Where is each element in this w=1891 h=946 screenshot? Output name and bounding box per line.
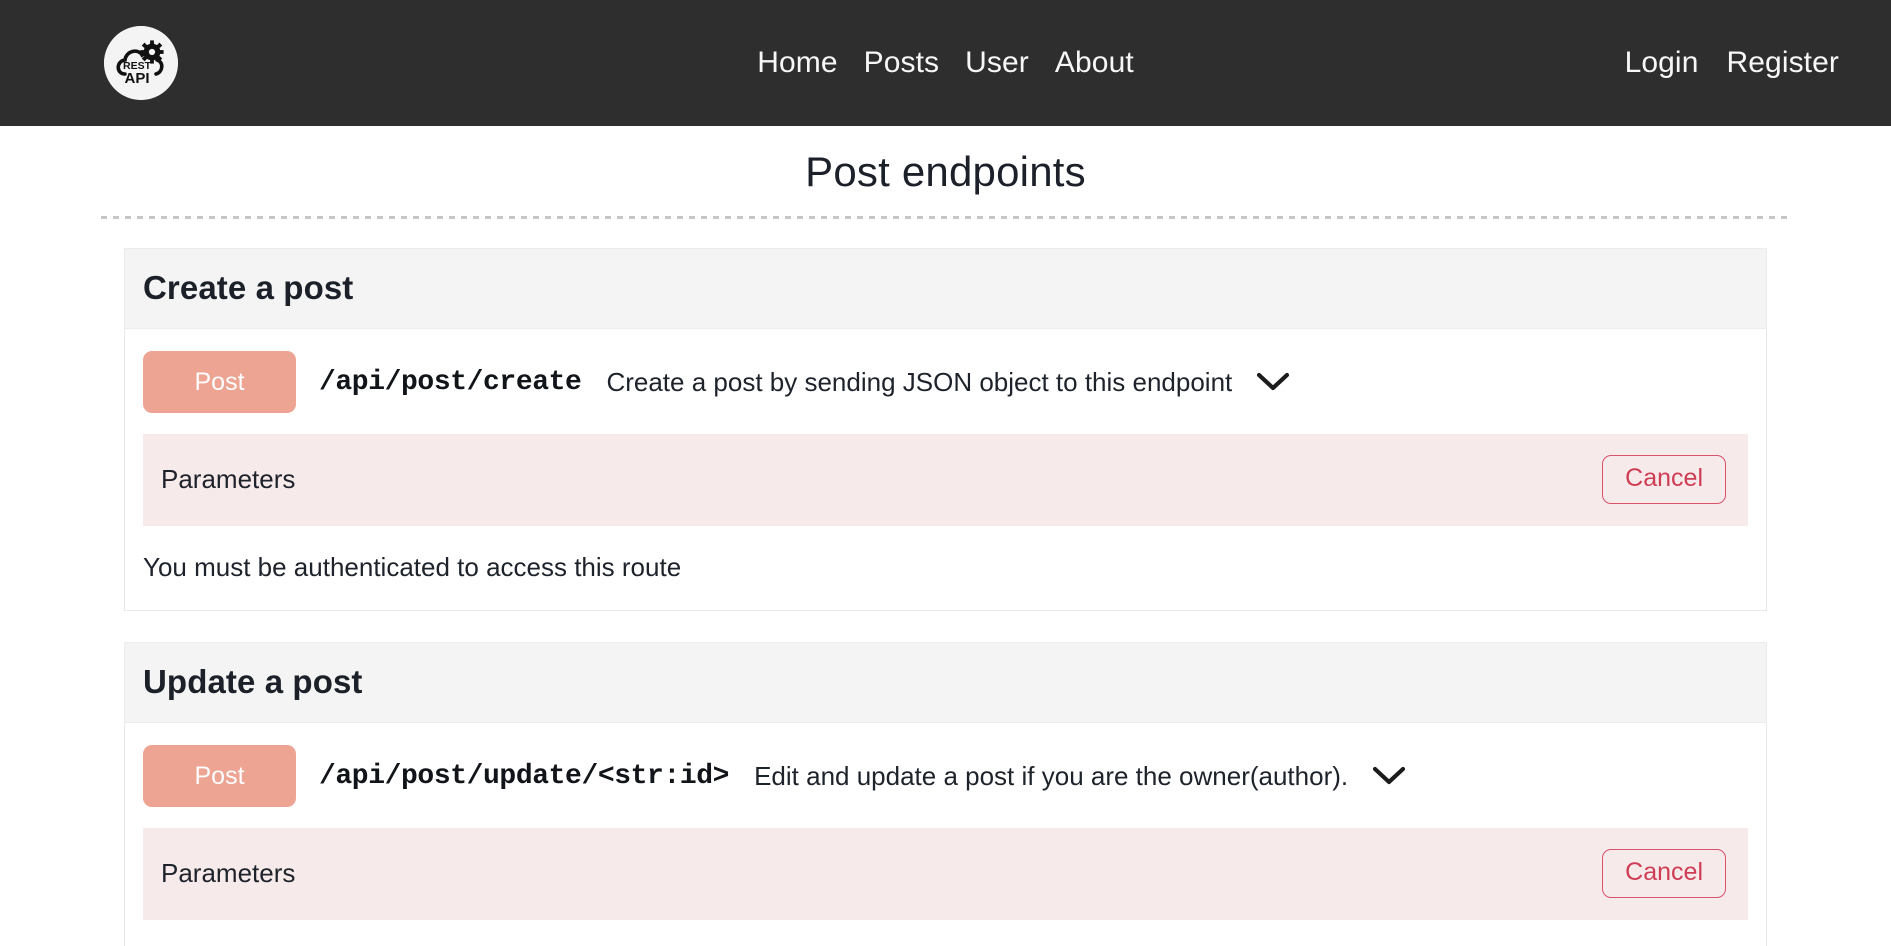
auth-nav: Login Register (1625, 48, 1839, 78)
brand-logo-link[interactable]: REST API (104, 26, 178, 100)
cancel-button[interactable]: Cancel (1602, 455, 1726, 504)
rest-api-cloud-gear-logo-icon: REST API (104, 26, 178, 100)
nav-link-login[interactable]: Login (1625, 48, 1699, 78)
parameters-panel: Parameters Cancel (143, 434, 1748, 526)
endpoint-row[interactable]: Post /api/post/update/<str:id> Edit and … (125, 723, 1766, 828)
endpoint-card-update-a-post: Post /api/post/update/<str:id> Edit and … (124, 723, 1767, 946)
group-header-update-a-post: Update a post (124, 642, 1767, 723)
parameters-label: Parameters (161, 858, 296, 888)
parameters-panel: Parameters Cancel (143, 828, 1748, 920)
endpoint-path: /api/post/update/<str:id> (319, 760, 730, 792)
primary-nav: Home Posts User About (757, 48, 1134, 78)
chevron-down-icon[interactable] (1256, 371, 1290, 393)
nav-link-user[interactable]: User (965, 48, 1029, 78)
endpoint-list: Create a post Post /api/post/create Crea… (124, 219, 1767, 946)
endpoint-card-create-a-post: Post /api/post/create Create a post by s… (124, 329, 1767, 611)
nav-link-register[interactable]: Register (1726, 48, 1839, 78)
navbar: REST API Home Posts User About Login Reg… (0, 0, 1891, 126)
method-badge-post[interactable]: Post (143, 351, 296, 413)
nav-link-posts[interactable]: Posts (864, 48, 940, 78)
endpoint-description: Edit and update a post if you are the ow… (754, 760, 1349, 791)
endpoint-description: Create a post by sending JSON object to … (606, 366, 1233, 397)
method-badge-post[interactable]: Post (143, 745, 296, 807)
chevron-down-icon[interactable] (1372, 765, 1406, 787)
nav-link-home[interactable]: Home (757, 48, 837, 78)
logo-text-api: API (124, 70, 149, 87)
endpoint-row[interactable]: Post /api/post/create Create a post by s… (125, 329, 1766, 434)
auth-required-note: You must be authenticated to access this… (125, 920, 1766, 946)
group-header-create-a-post: Create a post (124, 248, 1767, 329)
endpoint-path: /api/post/create (319, 366, 582, 398)
nav-link-about[interactable]: About (1055, 48, 1134, 78)
auth-required-note: You must be authenticated to access this… (143, 552, 682, 582)
parameters-label: Parameters (161, 464, 296, 494)
cancel-button[interactable]: Cancel (1602, 849, 1726, 898)
page-title: Post endpoints (805, 148, 1086, 195)
